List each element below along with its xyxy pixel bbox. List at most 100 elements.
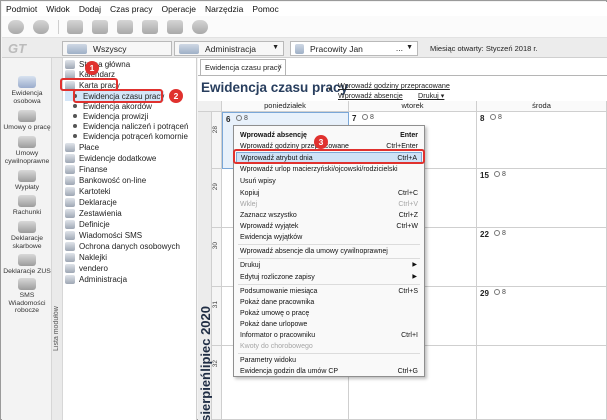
day-cell[interactable]: 15 8 xyxy=(477,169,607,228)
sidebar-item-personnel[interactable]: Ewidencja osobowa xyxy=(2,76,52,105)
tree-item-data-protection[interactable]: Ochrona danych osobowych xyxy=(65,241,180,251)
help-icon[interactable] xyxy=(192,19,208,34)
tab-admin-label: Administracja xyxy=(205,43,257,54)
menu-item-exceptions-list[interactable]: Ewidencja wyjątków xyxy=(236,232,422,243)
menu-item-print[interactable]: Drukuj ▶ xyxy=(236,260,422,271)
menu-item-select-all[interactable]: Zaznacz wszystko Ctrl+Z xyxy=(236,210,422,221)
menu-item-employment-contract[interactable]: Pokaż umowę o pracę xyxy=(236,308,422,319)
sidebar-item-label: Umowy o pracę xyxy=(3,124,51,131)
admin-icon xyxy=(179,43,199,54)
sidebar-item-contracts[interactable]: Umowy o pracę xyxy=(2,110,52,132)
menu-item-civil-contract-absence[interactable]: Wprowadź absencje dla umowy cywilnoprawn… xyxy=(236,246,422,257)
menu-operacje[interactable]: Operacje xyxy=(162,4,197,14)
next-month-label: sierpień 2020 xyxy=(198,372,228,420)
day-hours: 8 xyxy=(236,115,248,122)
day-cell[interactable]: 8 8 xyxy=(477,112,607,169)
vendero-icon xyxy=(65,263,75,273)
tab-time-records[interactable]: Ewidencja czasu pracy × xyxy=(200,59,286,75)
tree-item-sms[interactable]: Wiadomości SMS xyxy=(65,230,142,240)
menu-podmiot[interactable]: Podmiot xyxy=(6,4,37,14)
employee-selector[interactable]: Pracowity Jan ... ▼ xyxy=(290,41,418,56)
print-icon[interactable] xyxy=(167,19,183,34)
module-list-tab[interactable]: Lista modułów xyxy=(53,303,63,351)
menu-separator xyxy=(238,284,420,285)
menu-item-cp-hours[interactable]: Ewidencja godzin dla umów CP Ctrl+G xyxy=(236,366,422,377)
employee-lookup-button[interactable]: ... xyxy=(396,43,403,53)
menu-item-sickness-amounts: Kwoty do chorobowego xyxy=(240,343,313,350)
menu-item-employee-info[interactable]: Informator o pracowniku Ctrl+I xyxy=(236,330,422,341)
menu-item-delete-entries[interactable]: Usuń wpisy xyxy=(236,176,422,187)
enter-absence-link[interactable]: Wprowadź absencje xyxy=(338,91,403,100)
tab-administration[interactable]: Administracja ▼ xyxy=(174,41,284,56)
tree-item-finance[interactable]: Finanse xyxy=(65,164,107,174)
add-icon[interactable] xyxy=(67,19,83,34)
tree-item-reports[interactable]: Zestawienia xyxy=(65,208,122,218)
collapse-strip[interactable] xyxy=(52,58,63,420)
sidebar-item-tax-declarations[interactable]: Deklaracje skarbowe xyxy=(2,221,52,250)
menu-separator xyxy=(238,353,420,354)
sidebar-item-civil-contracts[interactable]: Umowy cywilnoprawne xyxy=(2,136,52,165)
day-cell[interactable]: 22 8 xyxy=(477,228,607,287)
edit-icon[interactable] xyxy=(92,19,108,34)
tab-all-label: Wszyscy xyxy=(93,43,127,54)
menu-item-view-parameters[interactable]: Parametry widoku xyxy=(236,355,422,366)
print-menu-link[interactable]: Drukuj ▾ xyxy=(418,91,444,100)
title-dropdown-icon[interactable]: ▾ xyxy=(328,85,332,93)
tree-item-vendero[interactable]: vendero xyxy=(65,263,108,273)
day-hours: 8 xyxy=(494,230,506,237)
menu-item-leave-data[interactable]: Pokaż dane urlopowe xyxy=(236,319,422,330)
back-icon[interactable] xyxy=(8,19,24,34)
copy-icon[interactable] xyxy=(142,19,158,34)
menu-pomoc[interactable]: Pomoc xyxy=(252,4,278,14)
menu-item-enter-exception[interactable]: Wprowadź wyjątek Ctrl+W xyxy=(236,221,422,232)
definition-icon xyxy=(65,219,75,229)
tree-item-payroll[interactable]: Płace xyxy=(65,142,99,152)
tree-item-labels[interactable]: Naklejki xyxy=(65,252,107,262)
tree-item-definitions[interactable]: Definicje xyxy=(65,219,110,229)
zus-declaration-icon xyxy=(18,254,36,266)
callout-badge-1: 1 xyxy=(85,61,99,75)
tree-item-label: Ewidencja potrąceń komornie xyxy=(83,131,188,141)
tax-declaration-icon xyxy=(18,221,36,233)
menu-dodaj[interactable]: Dodaj xyxy=(79,4,101,14)
menu-item-parental-leave[interactable]: Wprowadź urlop macierzyński/ojcowski/rod… xyxy=(236,164,422,175)
chevron-down-icon[interactable]: ▼ xyxy=(272,44,279,51)
menu-widok[interactable]: Widok xyxy=(46,4,70,14)
person-icon xyxy=(295,43,304,54)
tree-item-commissions[interactable]: Ewidencja prowizji xyxy=(65,111,148,121)
tree-item-files[interactable]: Kartoteki xyxy=(65,186,111,196)
tree-item-label: vendero xyxy=(79,263,108,273)
chevron-down-icon[interactable]: ▼ xyxy=(406,44,413,51)
day-cell[interactable] xyxy=(477,346,607,420)
bullet-icon xyxy=(73,114,77,118)
tree-item-declarations[interactable]: Deklaracje xyxy=(65,197,117,207)
page-title: Ewidencja czasu pracy xyxy=(201,80,349,95)
tree-item-online-banking[interactable]: Bankowość on-line xyxy=(65,175,146,185)
sidebar-item-zus-declarations[interactable]: Deklaracje ZUS xyxy=(2,254,52,276)
menu-item-employee-data[interactable]: Pokaż dane pracownika xyxy=(236,297,422,308)
sidebar-item-bills[interactable]: Rachunki xyxy=(2,195,52,217)
tree-item-administration[interactable]: Administracja xyxy=(65,274,127,284)
sidebar-item-payouts[interactable]: Wypłaty xyxy=(2,170,52,192)
enter-hours-link[interactable]: Wprowadź godziny przepracowane xyxy=(338,81,450,90)
sidebar-item-sms[interactable]: SMS Wiadomości robocze xyxy=(2,278,52,315)
menu-item-enter-absence[interactable]: Wprowadź absencję Enter xyxy=(236,130,422,141)
day-cell[interactable]: 29 8 xyxy=(477,287,607,346)
menu-narzedzia[interactable]: Narzędzia xyxy=(205,4,243,14)
forward-icon[interactable] xyxy=(33,19,49,34)
menu-item-edit-settled[interactable]: Edytuj rozliczone zapisy ▶ xyxy=(236,272,422,283)
tree-item-extra-records[interactable]: Ewidencje dodatkowe xyxy=(65,153,156,163)
tree-item-charges[interactable]: Ewidencja naliczeń i potrąceń xyxy=(65,121,188,131)
callout-box-time-records xyxy=(73,89,163,103)
day-number: 8 xyxy=(480,114,485,123)
delete-icon[interactable] xyxy=(117,19,133,34)
menu-item-paste: Wklej Ctrl+V xyxy=(240,201,418,208)
day-hours: 8 xyxy=(494,171,506,178)
tree-item-bailiff[interactable]: Ewidencja potrąceń komornie xyxy=(65,131,188,141)
tab-all-employees[interactable]: Wszyscy xyxy=(62,41,172,56)
menu-item-copy[interactable]: Kopiuj Ctrl+C xyxy=(236,188,422,199)
menu-czas-pracy[interactable]: Czas pracy xyxy=(110,4,153,14)
menu-item-month-summary[interactable]: Podsumowanie miesiąca Ctrl+S xyxy=(236,286,422,297)
tab-label: Ewidencja czasu pracy xyxy=(205,63,282,72)
close-icon[interactable]: × xyxy=(277,62,282,71)
